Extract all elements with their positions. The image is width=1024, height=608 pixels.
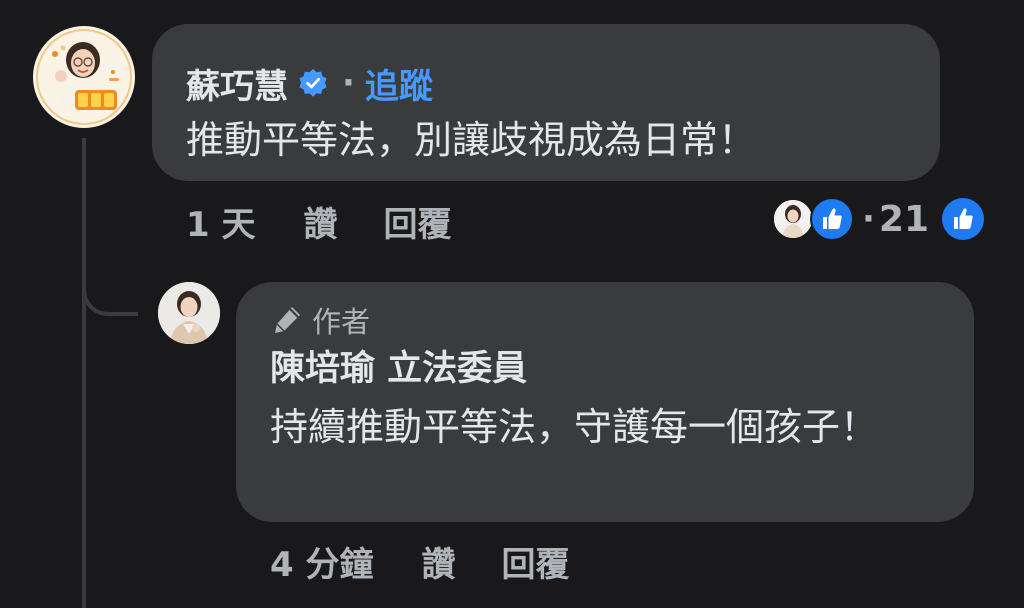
reply-text: 持續推動平等法，守護每一個孩子！ [270,405,879,449]
thumbs-up-icon[interactable] [941,197,985,241]
verified-badge-icon [298,68,328,98]
thread-line [82,138,86,608]
reply-author-avatar[interactable] [158,282,220,344]
comment-timestamp[interactable]: 1 天 [186,197,256,246]
like-button[interactable]: 讚 [304,197,338,246]
reply-author-name[interactable]: 陳培瑜 立法委員 [270,344,527,394]
reply-actions: 4 分鐘 讚 回覆 [270,536,570,586]
reply-reply-button[interactable]: 回覆 [502,537,570,586]
commenter-avatar-image [34,27,134,127]
author-badge-label: 作者 [312,305,371,339]
comment-author-name[interactable]: 蘇巧慧 [186,59,288,108]
comment-header: 蘇巧慧 · 追蹤 [186,58,433,108]
separator-dot: · [342,63,355,103]
comment-text: 推動平等法，別讓歧視成為日常！ [186,118,757,162]
reactor-like-icon [810,197,854,241]
reply-avatar-image [158,282,220,344]
thread-branch-line [82,252,138,316]
reply-timestamp[interactable]: 4 分鐘 [270,537,374,586]
reactions-summary[interactable]: · 21 [772,196,985,242]
commenter-avatar[interactable] [33,26,135,128]
follow-button[interactable]: 追蹤 [365,59,433,108]
reply-button[interactable]: 回覆 [384,197,452,246]
reaction-separator: · [862,199,875,239]
reaction-count[interactable]: 21 [879,199,929,240]
reactor-avatar [772,198,814,240]
author-badge: 作者 [270,300,370,340]
reply-like-button[interactable]: 讚 [422,537,456,586]
comment-actions: 1 天 讚 回覆 [186,196,452,246]
pen-icon [270,303,304,337]
